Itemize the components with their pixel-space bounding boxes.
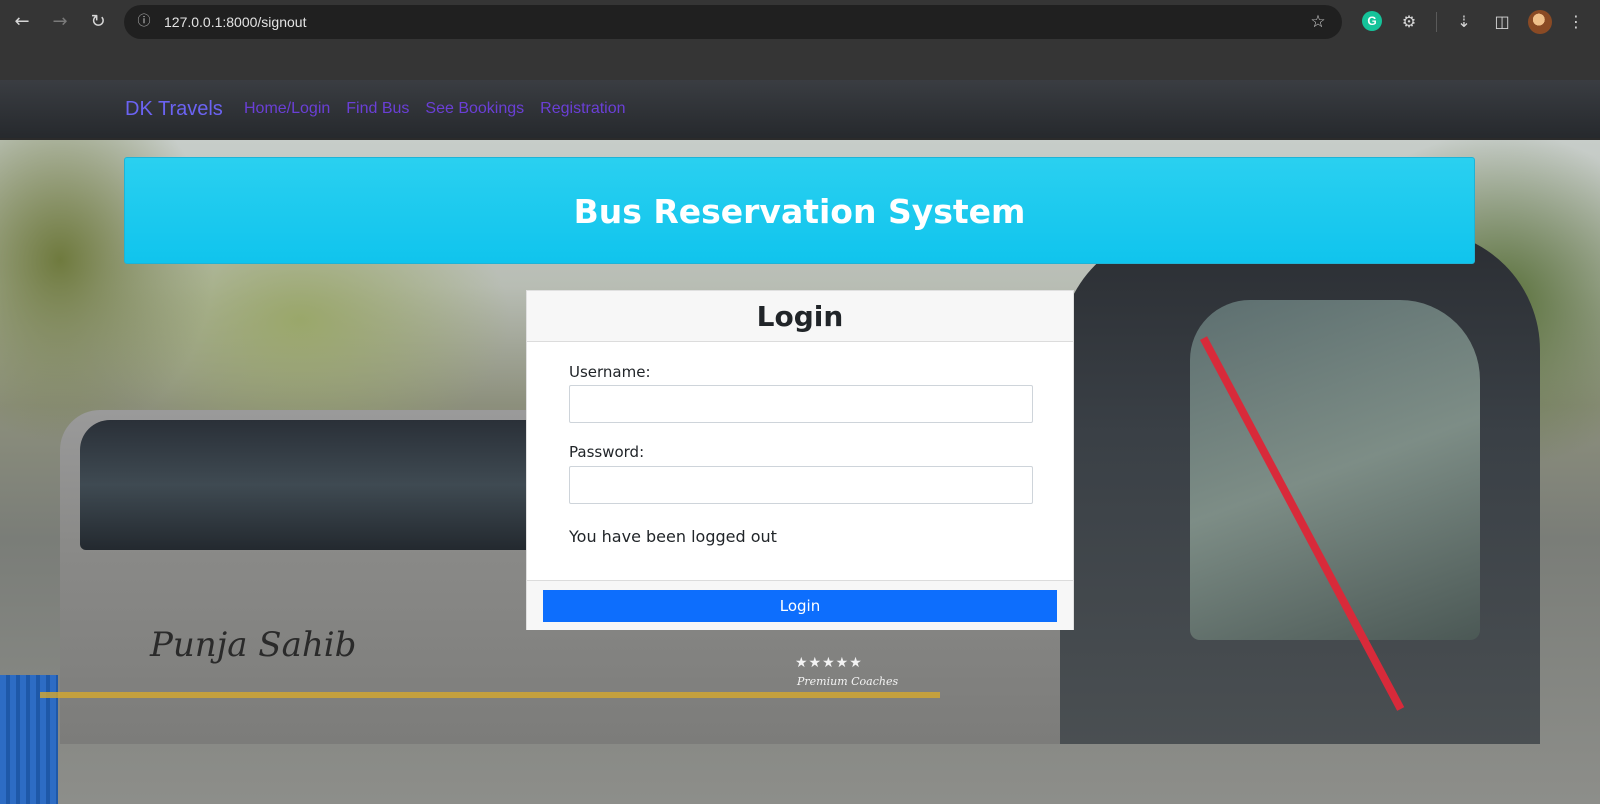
photo-bus-stars: ★★★★★ (795, 655, 863, 671)
bookmark-star-icon[interactable]: ☆ (1306, 10, 1330, 34)
toolbar-divider (1436, 12, 1437, 32)
password-input[interactable] (569, 466, 1033, 504)
photo-bus-tagline: Premium Coaches (797, 675, 899, 688)
username-label: Username: (569, 363, 651, 381)
hero-title: Bus Reservation System (573, 192, 1026, 231)
nav-link-home-login[interactable]: Home/Login (244, 80, 338, 138)
profile-avatar[interactable] (1528, 10, 1552, 34)
back-icon[interactable]: ← (8, 8, 36, 36)
nav-link-registration[interactable]: Registration (532, 80, 633, 138)
browser-menu-icon[interactable]: ⋮ (1564, 10, 1588, 34)
site-info-icon[interactable]: ⓘ (132, 10, 156, 34)
photo-bus-logo: Punja Sahib (150, 625, 357, 665)
address-url[interactable]: 127.0.0.1:8000/signout (164, 5, 306, 39)
brand-link[interactable]: DK Travels (125, 80, 223, 138)
grammarly-extension-icon[interactable]: G (1362, 11, 1382, 31)
login-button[interactable]: Login (543, 590, 1057, 622)
login-title: Login (756, 300, 844, 333)
forward-icon[interactable]: → (46, 8, 74, 36)
side-panel-icon[interactable]: ◫ (1490, 10, 1514, 34)
password-label: Password: (569, 443, 645, 461)
address-bar[interactable]: ⓘ 127.0.0.1:8000/signout ☆ (124, 5, 1342, 39)
username-input[interactable] (569, 385, 1033, 423)
login-card: Login Username: Password: You have been … (526, 290, 1074, 630)
nav-link-find-bus[interactable]: Find Bus (338, 80, 417, 138)
site-navbar: DK Travels Home/Login Find Bus See Booki… (0, 80, 1600, 138)
browser-toolbar: ← → ↻ ⓘ 127.0.0.1:8000/signout ☆ G ⚙ ⇣ ◫… (0, 0, 1600, 44)
hero-banner: Bus Reservation System (124, 157, 1475, 264)
reload-icon[interactable]: ↻ (84, 8, 112, 36)
logout-message: You have been logged out (569, 527, 777, 546)
download-icon[interactable]: ⇣ (1452, 10, 1476, 34)
browser-bookmarks-strip (0, 44, 1600, 80)
login-card-footer: Login (527, 580, 1073, 630)
web-page: Punja Sahib ★★★★★ Premium Coaches DK Tra… (0, 80, 1600, 804)
nav-link-see-bookings[interactable]: See Bookings (417, 80, 532, 138)
nav-links: Home/Login Find Bus See Bookings Registr… (244, 80, 634, 138)
photo-yellow-stripe (40, 692, 940, 698)
login-card-header: Login (527, 291, 1073, 342)
extensions-puzzle-icon[interactable]: ⚙ (1397, 10, 1421, 34)
